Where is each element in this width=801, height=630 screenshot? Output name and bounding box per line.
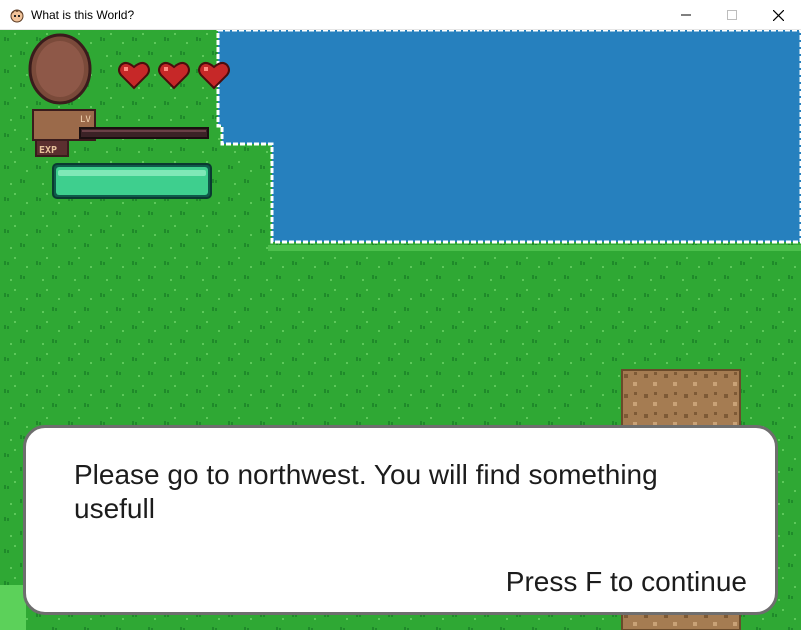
close-icon bbox=[772, 9, 784, 21]
character-face-icon bbox=[10, 9, 24, 23]
maximize-button[interactable] bbox=[709, 0, 755, 30]
dialog-box[interactable]: Please go to northwest. You will find so… bbox=[23, 425, 778, 615]
window-title: What is this World? bbox=[31, 8, 135, 22]
minimize-icon bbox=[681, 14, 691, 16]
maximize-icon bbox=[727, 10, 737, 20]
dialog-message: Please go to northwest. You will find so… bbox=[74, 459, 658, 524]
close-button[interactable] bbox=[755, 0, 801, 30]
heart-icon bbox=[198, 61, 230, 90]
game-viewport[interactable]: LV EXP Please go to northwest. You will … bbox=[0, 30, 801, 630]
minimize-button[interactable] bbox=[663, 0, 709, 30]
lake-water bbox=[216, 30, 801, 244]
hearts-container bbox=[118, 61, 230, 90]
hud: LV EXP bbox=[28, 33, 230, 199]
exp-label: EXP bbox=[39, 145, 57, 156]
exp-bar bbox=[79, 127, 209, 139]
heart-icon bbox=[158, 61, 190, 90]
stamina-bar bbox=[52, 163, 212, 199]
continue-prompt: Press F to continue bbox=[505, 566, 747, 597]
window-titlebar[interactable]: What is this World? bbox=[0, 0, 801, 30]
heart-icon bbox=[118, 61, 150, 90]
level-label: LV bbox=[80, 115, 91, 125]
